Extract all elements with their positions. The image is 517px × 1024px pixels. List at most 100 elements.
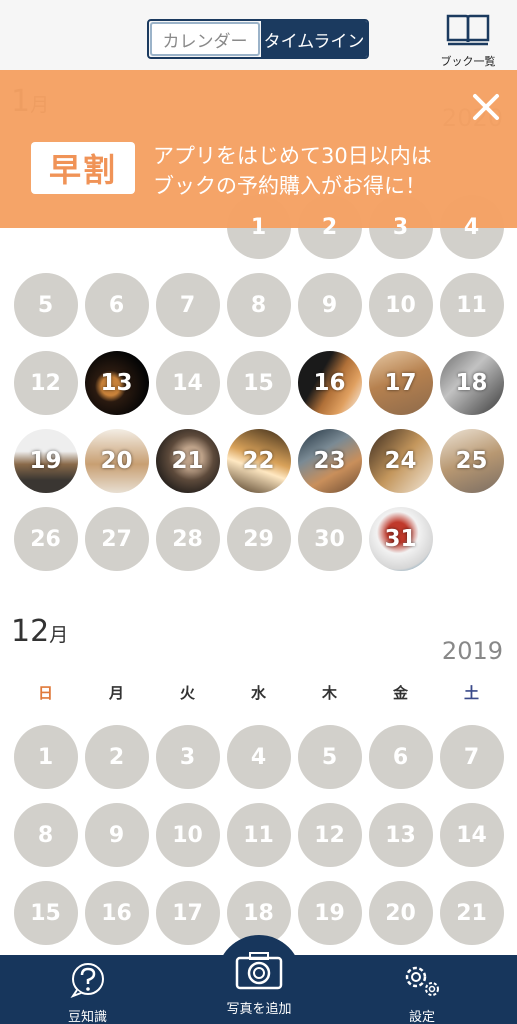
day-number: 7 (463, 744, 480, 770)
calendar-cell: 1 (10, 718, 81, 796)
weekday-sun: 日 (37, 684, 53, 702)
dec-day-17[interactable]: 17 (155, 881, 220, 945)
dec-day-20[interactable]: 20 (368, 881, 433, 945)
jan-day-21[interactable]: 21 (155, 429, 220, 493)
jan-day-28[interactable]: 28 (155, 507, 220, 571)
jan-day-10[interactable]: 10 (368, 273, 433, 337)
calendar-cell: 3 (152, 718, 223, 796)
dec-day-3[interactable]: 3 (155, 725, 220, 789)
day-number: 24 (384, 448, 417, 474)
jan-day-29[interactable]: 29 (226, 507, 291, 571)
day-number: 19 (29, 448, 62, 474)
calendar-cell: 28 (152, 500, 223, 578)
jan-day-30[interactable]: 30 (297, 507, 362, 571)
day-number: 7 (179, 292, 196, 318)
jan-day-31[interactable]: 31 (368, 507, 433, 571)
day-number: 21 (456, 900, 487, 926)
dec-day-6[interactable]: 6 (368, 725, 433, 789)
gear-icon (396, 962, 448, 1002)
jan-day-20[interactable]: 20 (84, 429, 149, 493)
day-number: 6 (392, 744, 409, 770)
calendar-cell: 23 (294, 422, 365, 500)
jan-day-9[interactable]: 9 (297, 273, 362, 337)
jan-day-27[interactable]: 27 (84, 507, 149, 571)
day-number: 5 (37, 292, 54, 318)
calendar-cell: 16 (81, 874, 152, 952)
promo-line-1: アプリをはじめて30日以内は (153, 144, 432, 168)
dec-day-15[interactable]: 15 (13, 881, 78, 945)
tab-timeline[interactable]: タイムライン (261, 21, 367, 57)
day-number: 14 (172, 370, 203, 396)
dec-day-16[interactable]: 16 (84, 881, 149, 945)
jan-day-14[interactable]: 14 (155, 351, 220, 415)
dec-day-10[interactable]: 10 (155, 803, 220, 867)
calendar-cell: 20 (81, 422, 152, 500)
tips-label: 豆知識 (68, 1010, 108, 1024)
calendar-cell: 19 (10, 422, 81, 500)
tips-tab[interactable]: 豆知識 (68, 962, 107, 1024)
jan-day-6[interactable]: 6 (84, 273, 149, 337)
jan-day-8[interactable]: 8 (226, 273, 291, 337)
jan-day-26[interactable]: 26 (13, 507, 78, 571)
weekday-header: 日 月 火 水 木 金 土 (10, 682, 507, 703)
day-number: 25 (455, 448, 488, 474)
jan-day-7[interactable]: 7 (155, 273, 220, 337)
day-number: 21 (171, 448, 204, 474)
calendar-cell: 6 (81, 266, 152, 344)
dec-day-11[interactable]: 11 (226, 803, 291, 867)
jan-day-23[interactable]: 23 (297, 429, 362, 493)
day-number: 20 (100, 448, 133, 474)
book-list-button[interactable]: ブック一覧 (432, 12, 504, 68)
add-photo-tab[interactable]: 写真を追加 (224, 950, 294, 1017)
tab-calendar[interactable]: カレンダー (150, 22, 260, 56)
calendar-cell: 13 (365, 796, 436, 874)
jan-day-22[interactable]: 22 (226, 429, 291, 493)
calendar-cell: 30 (294, 500, 365, 578)
dec-day-4[interactable]: 4 (226, 725, 291, 789)
jan-day-24[interactable]: 24 (368, 429, 433, 493)
dec-day-1[interactable]: 1 (13, 725, 78, 789)
jan-day-11[interactable]: 11 (439, 273, 504, 337)
calendar-cell: 12 (294, 796, 365, 874)
dec-day-5[interactable]: 5 (297, 725, 362, 789)
jan-day-16[interactable]: 16 (297, 351, 362, 415)
calendar-cell: 5 (294, 718, 365, 796)
jan-day-13[interactable]: 13 (84, 351, 149, 415)
calendar-cell: 5 (10, 266, 81, 344)
dec-day-7[interactable]: 7 (439, 725, 504, 789)
calendar-cell: 10 (365, 266, 436, 344)
jan-day-12[interactable]: 12 (13, 351, 78, 415)
book-icon (446, 12, 490, 50)
close-promo-button[interactable] (469, 90, 503, 124)
calendar-cell: 10 (152, 796, 223, 874)
dec-day-12[interactable]: 12 (297, 803, 362, 867)
day-number: 15 (243, 370, 274, 396)
calendar-cell: 11 (436, 266, 507, 344)
calendar-cell: 19 (294, 874, 365, 952)
calendar-cell: 27 (81, 500, 152, 578)
dec-day-8[interactable]: 8 (13, 803, 78, 867)
jan-day-5[interactable]: 5 (13, 273, 78, 337)
view-toggle: カレンダー タイムライン (147, 19, 369, 59)
dec-day-2[interactable]: 2 (84, 725, 149, 789)
day-number: 9 (108, 822, 125, 848)
dec-day-13[interactable]: 13 (368, 803, 433, 867)
day-number: 13 (100, 370, 133, 396)
day-number: 19 (314, 900, 345, 926)
weekday-sat: 土 (463, 684, 479, 702)
settings-tab[interactable]: 設定 (396, 962, 448, 1024)
calendar-cell: 26 (10, 500, 81, 578)
dec-day-19[interactable]: 19 (297, 881, 362, 945)
jan-day-15[interactable]: 15 (226, 351, 291, 415)
weekday-tue: 火 (179, 684, 195, 702)
calendar-cell: 21 (152, 422, 223, 500)
dec-day-9[interactable]: 9 (84, 803, 149, 867)
jan-day-25[interactable]: 25 (439, 429, 504, 493)
day-number: 12 (314, 822, 345, 848)
day-number: 5 (321, 744, 338, 770)
jan-day-19[interactable]: 19 (13, 429, 78, 493)
jan-day-18[interactable]: 18 (439, 351, 504, 415)
dec-day-21[interactable]: 21 (439, 881, 504, 945)
jan-day-17[interactable]: 17 (368, 351, 433, 415)
dec-day-14[interactable]: 14 (439, 803, 504, 867)
